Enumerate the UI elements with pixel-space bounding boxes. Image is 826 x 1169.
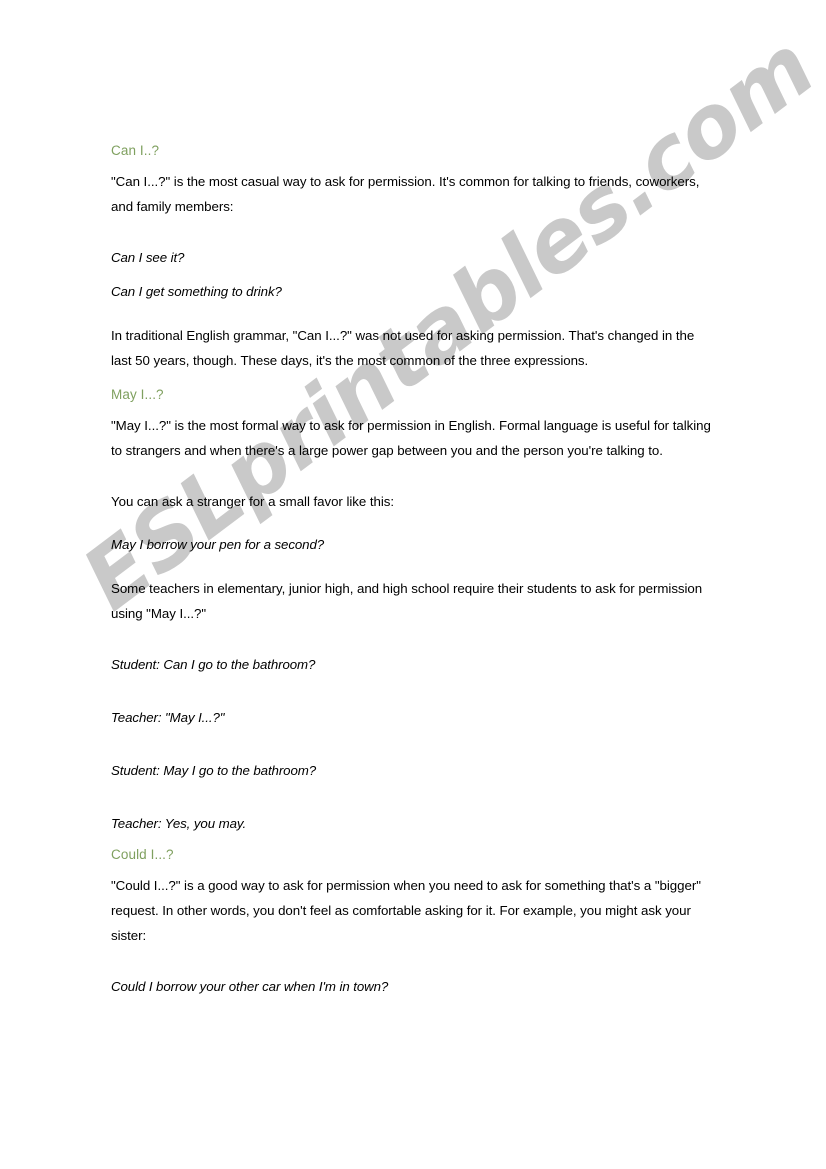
example-can-i-get-drink: Can I get something to drink?: [111, 284, 282, 299]
paragraph-can-i-traditional: In traditional English grammar, "Can I..…: [111, 328, 695, 368]
example-teacher-may-i: Teacher: "May I...?": [111, 710, 225, 725]
section-heading-can-i: Can I..?: [111, 143, 160, 158]
paragraph-may-i-teachers: Some teachers in elementary, junior high…: [111, 581, 703, 621]
example-teacher-yes-you-may: Teacher: Yes, you may.: [111, 816, 247, 831]
section-can-i: Can I..? "Can I...?" is the most casual …: [111, 141, 712, 373]
example-student-may-i-bathroom: Student: May I go to the bathroom?: [111, 763, 317, 778]
example-could-i-borrow-car: Could I borrow your other car when I'm i…: [111, 979, 389, 994]
example-can-i-see-it: Can I see it?: [111, 250, 185, 265]
document-body: Can I..? "Can I...?" is the most casual …: [111, 141, 712, 1018]
paragraph-may-i-intro: "May I...?" is the most formal way to as…: [111, 418, 711, 458]
paragraph-could-i-intro: "Could I...?" is a good way to ask for p…: [111, 878, 701, 943]
section-heading-may-i: May I...?: [111, 387, 164, 402]
section-may-i: May I...? "May I...?" is the most formal…: [111, 385, 712, 836]
example-may-i-borrow-pen: May I borrow your pen for a second?: [111, 537, 325, 552]
section-could-i: Could I...? "Could I...?" is a good way …: [111, 845, 712, 999]
example-student-can-i-bathroom: Student: Can I go to the bathroom?: [111, 657, 316, 672]
section-heading-could-i: Could I...?: [111, 847, 174, 862]
paragraph-may-i-stranger: You can ask a stranger for a small favor…: [111, 494, 394, 509]
paragraph-can-i-intro: "Can I...?" is the most casual way to as…: [111, 174, 700, 214]
worksheet-page: ESLprintables.com Can I..? "Can I...?" i…: [0, 0, 826, 1169]
